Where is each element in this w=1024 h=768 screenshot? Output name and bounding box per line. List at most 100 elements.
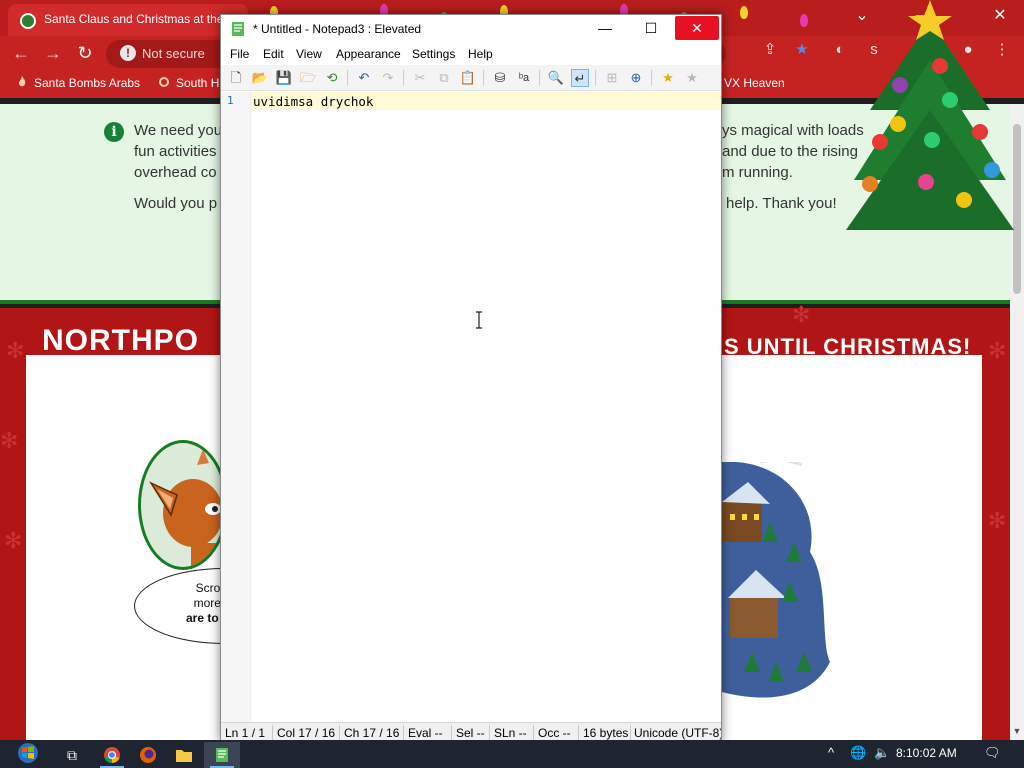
- menu-view[interactable]: View: [296, 47, 322, 61]
- reload-file-icon[interactable]: ⟲: [323, 69, 341, 87]
- bookmark-item[interactable]: Santa Bombs Arabs: [16, 76, 140, 90]
- info-icon: i: [104, 122, 124, 142]
- minimize-button[interactable]: —: [583, 16, 627, 40]
- bookmark-star-icon[interactable]: ★: [792, 40, 812, 60]
- notepad-app-icon: [232, 22, 244, 36]
- zoom-icon[interactable]: ⊕: [627, 69, 645, 87]
- menu-file[interactable]: File: [230, 47, 249, 61]
- notepad-status-bar: Ln 1 / 1 Col 17 / 16 Ch 17 / 16 Eval -- …: [221, 722, 721, 741]
- notepad3-taskbar-icon[interactable]: [204, 742, 240, 768]
- windows-logo-icon: [18, 743, 38, 763]
- menu-appearance[interactable]: Appearance: [336, 47, 401, 61]
- snowflake-icon: ✻: [792, 302, 811, 327]
- redo-icon[interactable]: ↷: [379, 69, 397, 87]
- toolbar-separator: [483, 70, 484, 86]
- status-separator: [578, 725, 579, 740]
- notice-text: m running.: [722, 164, 793, 181]
- new-file-icon[interactable]: 🗋: [227, 69, 245, 87]
- menu-settings[interactable]: Settings: [412, 47, 455, 61]
- countdown-banner-left: NORTHPO: [42, 324, 199, 357]
- bookmark-label: VX Heaven: [724, 76, 785, 90]
- flame-icon: [18, 76, 26, 87]
- paste-icon[interactable]: 📋: [459, 69, 477, 87]
- notifications-icon[interactable]: 🗨: [984, 745, 1001, 761]
- tab-title: Santa Claus and Christmas at the: [44, 12, 224, 26]
- chrome-logo-icon: [104, 747, 120, 764]
- add-favorite-icon[interactable]: ★: [683, 69, 701, 87]
- back-arrow-icon[interactable]: ←: [10, 44, 32, 62]
- status-separator: [533, 725, 534, 740]
- save-icon[interactable]: 💾: [275, 69, 293, 87]
- bookmark-label: Santa Bombs Arabs: [34, 76, 141, 90]
- tray-chevron-up-icon[interactable]: ^: [828, 745, 834, 760]
- tab-favicon-icon: [20, 13, 36, 29]
- line-number-gutter: 1: [221, 92, 251, 722]
- windows-taskbar: ⧉ ^ 🌐 🔈 8:10:02 AM 🗨: [0, 740, 1024, 768]
- network-globe-icon[interactable]: 🌐: [850, 745, 866, 761]
- editor-text-area[interactable]: uvidimsa drychok: [251, 92, 721, 722]
- notepad-menu-bar: File Edit View Appearance Settings Help: [221, 44, 721, 64]
- light-bulb: [800, 14, 808, 27]
- menu-edit[interactable]: Edit: [263, 47, 284, 61]
- maximize-button[interactable]: ☐: [629, 16, 673, 40]
- find-binoculars-icon[interactable]: ⛁: [491, 69, 509, 87]
- reload-icon[interactable]: ↻: [74, 44, 96, 62]
- editor-content[interactable]: uvidimsa drychok: [253, 94, 373, 109]
- forward-arrow-icon[interactable]: →: [42, 44, 64, 62]
- notepad-title-bar[interactable]: * Untitled - Notepad3 : Elevated — ☐ ✕: [221, 15, 721, 43]
- status-encoding[interactable]: Unicode (UTF-8): [634, 726, 721, 740]
- file-explorer-taskbar-icon[interactable]: [166, 742, 202, 768]
- bookmark-item[interactable]: South H: [158, 76, 219, 90]
- start-button[interactable]: [8, 742, 48, 768]
- menu-help[interactable]: Help: [468, 47, 493, 61]
- volume-icon[interactable]: 🔈: [874, 745, 890, 761]
- replace-icon[interactable]: ᵇa: [515, 69, 533, 87]
- not-secure-label[interactable]: Not secure: [142, 46, 205, 61]
- toolbar-separator: [539, 70, 540, 86]
- notepad3-window: * Untitled - Notepad3 : Elevated — ☐ ✕ F…: [220, 14, 722, 742]
- snowflake-icon: ✻: [988, 508, 1007, 533]
- notice-text: help. Thank you!: [726, 195, 837, 212]
- task-view-icon[interactable]: ⧉: [54, 742, 90, 768]
- bookmark-item[interactable]: VX Heaven: [724, 76, 785, 90]
- bookmark-label: South H: [176, 76, 220, 90]
- status-separator: [489, 725, 490, 740]
- goto-icon[interactable]: 🔍: [547, 69, 565, 87]
- browser-tab[interactable]: Santa Claus and Christmas at the: [8, 4, 248, 36]
- folder-icon: [176, 750, 192, 762]
- save-as-icon[interactable]: 🗁: [299, 69, 317, 87]
- text-cursor-icon: [476, 311, 482, 329]
- status-line: Ln 1 / 1: [225, 726, 266, 740]
- notepad-toolbar: 🗋 📂 💾 🗁 ⟲ ↶ ↷ ✂ ⧉ 📋 ⛁ ᵇa 🔍 ↵ ⊞ ⊕ ★ ★: [221, 65, 721, 91]
- undo-icon[interactable]: ↶: [355, 69, 373, 87]
- status-column: Col 17 / 16: [277, 726, 336, 740]
- close-button[interactable]: ✕: [675, 16, 719, 40]
- open-folder-icon[interactable]: 📂: [251, 69, 269, 87]
- notice-text: We need you: [134, 122, 223, 139]
- toolbar-separator: [403, 70, 404, 86]
- chrome-taskbar-icon[interactable]: [94, 742, 130, 768]
- firefox-taskbar-icon[interactable]: [130, 742, 166, 768]
- toolbar-separator: [651, 70, 652, 86]
- line-number: 1: [227, 94, 234, 107]
- status-separator: [339, 725, 340, 740]
- status-separator: [403, 725, 404, 740]
- system-clock[interactable]: 8:10:02 AM: [896, 746, 957, 760]
- favorites-star-icon[interactable]: ★: [659, 69, 677, 87]
- notice-text: Would you p: [134, 195, 218, 212]
- status-separator: [272, 725, 273, 740]
- status-occurrences: Occ --: [538, 726, 571, 740]
- tree-view-icon[interactable]: ⊞: [603, 69, 621, 87]
- gear-icon: [159, 77, 169, 87]
- toolbar-separator: [347, 70, 348, 86]
- word-wrap-icon[interactable]: ↵: [571, 69, 589, 87]
- copy-icon[interactable]: ⧉: [435, 69, 453, 87]
- cut-icon[interactable]: ✂: [411, 69, 429, 87]
- notepad-title: * Untitled - Notepad3 : Elevated: [253, 22, 422, 36]
- share-icon[interactable]: ⇪: [760, 40, 780, 60]
- status-selected-lines: SLn --: [494, 726, 527, 740]
- scroll-down-arrow-icon[interactable]: ▼: [1010, 724, 1024, 738]
- firefox-logo-icon: [140, 747, 156, 763]
- warning-icon: !: [120, 45, 136, 61]
- status-char: Ch 17 / 16: [344, 726, 400, 740]
